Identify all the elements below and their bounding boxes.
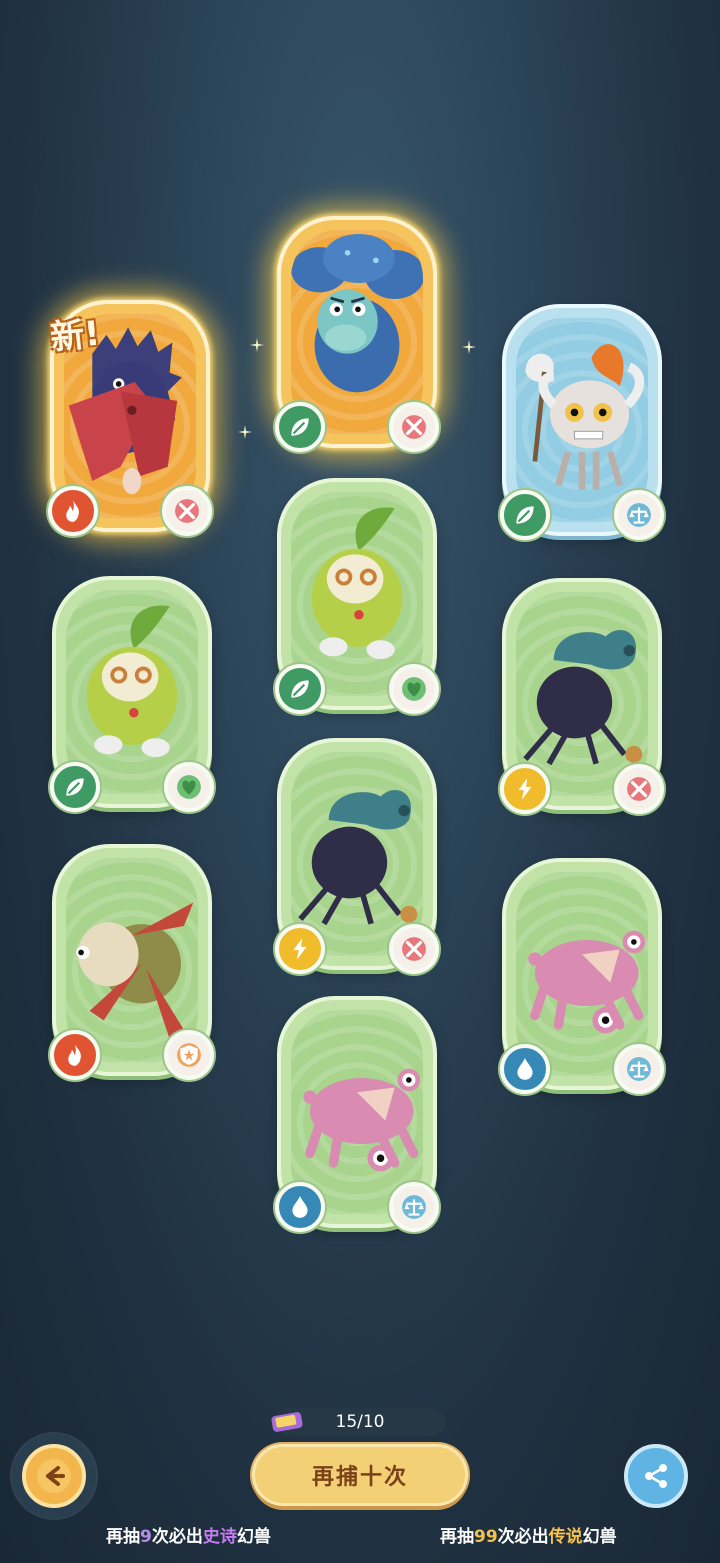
monster-card-leaf-sprout[interactable] [50, 576, 214, 812]
monster-card-pink-pig[interactable] [500, 858, 664, 1094]
attack-trait-icon [389, 402, 439, 452]
hint-middle: 次必出 [151, 1527, 203, 1547]
monster-card-leaf-sprout[interactable] [275, 478, 439, 714]
hint-middle: 次必出 [497, 1527, 549, 1547]
monster-card-red-starfish[interactable] [50, 844, 214, 1080]
sparkle-icon [238, 425, 252, 439]
attack-trait-icon [614, 764, 664, 814]
sparkle-icon [250, 338, 264, 352]
hint-suffix: 幻兽 [582, 1527, 617, 1547]
hint-suffix: 幻兽 [236, 1527, 271, 1547]
hint-prefix: 再抽 [106, 1527, 140, 1547]
draw-ten-again-button[interactable]: 再捕十次 [252, 1444, 468, 1506]
hint-prefix: 再抽 [440, 1527, 474, 1547]
epic-pity-hint: 再抽9次必出史诗幻兽 [106, 1522, 271, 1547]
sparkle-icon [462, 340, 476, 354]
hint-rarity: 史诗 [202, 1527, 237, 1547]
monster-card-skull-warrior[interactable] [500, 304, 664, 540]
attack-trait-icon [389, 924, 439, 974]
monster-card-blue-mushroom[interactable] [275, 216, 439, 452]
share-icon [645, 1464, 667, 1488]
ticket-icon [271, 1412, 303, 1432]
hint-rarity: 传说 [548, 1527, 583, 1547]
defense-trait-icon [164, 1030, 214, 1080]
hint-count: 99 [474, 1527, 498, 1547]
electric-element-icon [500, 764, 550, 814]
back-arrow-icon [37, 1459, 71, 1493]
monster-card-pelican[interactable]: 新! [48, 300, 212, 536]
fire-element-icon [50, 1030, 100, 1080]
fire-element-icon [48, 486, 98, 536]
new-badge: 新! [48, 313, 102, 359]
monster-card-shell-beast[interactable] [500, 578, 664, 814]
draw-ten-again-label: 再捕十次 [311, 1465, 408, 1490]
monster-card-pink-pig[interactable] [275, 996, 439, 1232]
share-button[interactable] [624, 1444, 688, 1508]
monster-card-shell-beast[interactable] [275, 738, 439, 974]
balance-trait-icon [614, 1044, 664, 1094]
grass-element-icon [275, 402, 325, 452]
back-button[interactable] [22, 1444, 86, 1508]
balance-trait-icon [389, 1182, 439, 1232]
balance-trait-icon [614, 490, 664, 540]
heal-trait-icon [389, 664, 439, 714]
water-element-icon [275, 1182, 325, 1232]
grass-element-icon [500, 490, 550, 540]
grass-element-icon [50, 762, 100, 812]
heal-trait-icon [164, 762, 214, 812]
electric-element-icon [275, 924, 325, 974]
attack-trait-icon [162, 486, 212, 536]
legendary-pity-hint: 再抽99次必出传说幻兽 [440, 1522, 617, 1547]
grass-element-icon [275, 664, 325, 714]
counter-value: 15/10 [335, 1412, 385, 1432]
hint-count: 9 [140, 1527, 152, 1547]
water-element-icon [500, 1044, 550, 1094]
